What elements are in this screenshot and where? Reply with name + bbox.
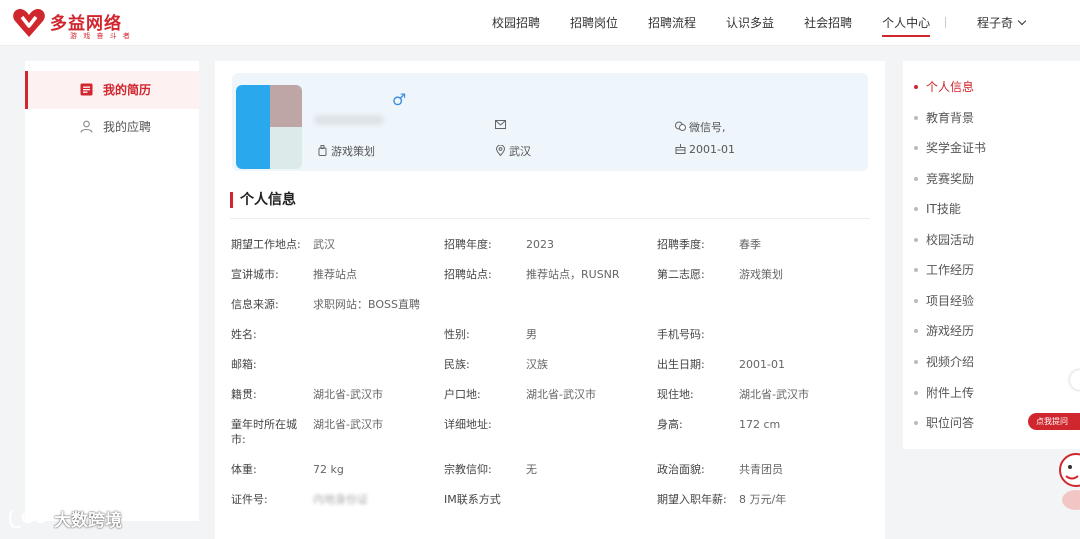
brand-logo[interactable]: 多益网络 游 戏 奋 斗 者 bbox=[12, 6, 152, 40]
section-nav-video[interactable]: 视频介绍 bbox=[903, 347, 1073, 377]
section-nav-game-experience[interactable]: 游戏经历 bbox=[903, 316, 1073, 346]
personal-info-grid: 期望工作地点: 武汉 招聘年度: 2023 招聘季度: 春季 宣讲城市: 推荐站点 招聘… bbox=[231, 237, 871, 522]
chevron-down-icon bbox=[1017, 16, 1027, 26]
brand-slogan: 游 戏 奋 斗 者 bbox=[70, 32, 132, 40]
top-header: 多益网络 游 戏 奋 斗 者 校园招聘 招聘岗位 招聘流程 认识多益 社会招聘 … bbox=[0, 0, 1080, 46]
resume-icon bbox=[80, 83, 93, 96]
nav-item-personal-center[interactable]: 个人中心 bbox=[882, 0, 931, 46]
profile-location: 武汉 bbox=[495, 143, 531, 159]
bullet-dot-icon bbox=[914, 299, 918, 303]
section-nav-campus-activities[interactable]: 校园活动 bbox=[903, 225, 1073, 255]
resume-section-nav: 个人信息 教育背景 奖学金证书 竞赛奖励 IT技能 校园活动 工作经历 项目经验… bbox=[903, 61, 1080, 449]
section-title: 个人信息 bbox=[230, 191, 296, 209]
nav-item-social[interactable]: 社会招聘 bbox=[804, 0, 852, 46]
bullet-dot-icon bbox=[914, 238, 918, 242]
section-nav-scholarship[interactable]: 奖学金证书 bbox=[903, 133, 1073, 163]
location-pin-icon bbox=[495, 145, 506, 156]
mascot-icon[interactable] bbox=[1046, 440, 1080, 512]
male-icon: ♂ bbox=[392, 90, 407, 109]
info-row: 宣讲城市: 推荐站点 招聘站点: 推荐站点，RUSNR 第二志愿: 游戏策划 bbox=[231, 268, 783, 281]
profile-card: ♂ 微信号, 游戏策划 武汉 2001-01 bbox=[232, 73, 868, 171]
bullet-dot-icon bbox=[914, 85, 918, 89]
info-row: 童年时所在城市: 湖北省-武汉市 详细地址: 身高: 172 cm bbox=[231, 418, 781, 446]
name-redacted bbox=[314, 115, 384, 125]
bullet-dot-icon bbox=[914, 391, 918, 395]
bullet-dot-icon bbox=[914, 207, 918, 211]
bullet-dot-icon bbox=[914, 268, 918, 272]
nav-item-jobs[interactable]: 招聘岗位 bbox=[570, 0, 618, 46]
section-nav-work-experience[interactable]: 工作经历 bbox=[903, 255, 1073, 285]
watermark-text: 大数跨境 bbox=[54, 511, 122, 531]
wechat-icon bbox=[675, 121, 686, 131]
info-row: 期望工作地点: 武汉 招聘年度: 2023 招聘季度: 春季 bbox=[231, 238, 761, 251]
left-sidebar: 我的简历 我的应聘 bbox=[25, 61, 199, 521]
nav-item-process[interactable]: 招聘流程 bbox=[648, 0, 696, 46]
info-row: 籍贯: 湖北省-武汉市 户口地: 湖北省-武汉市 现住地: 湖北省-武汉市 bbox=[231, 388, 809, 401]
mail-icon bbox=[495, 120, 506, 129]
profile-birthday: 2001-01 bbox=[675, 143, 735, 156]
section-nav-education[interactable]: 教育背景 bbox=[903, 103, 1073, 133]
watermark-logo-icon bbox=[8, 509, 48, 529]
section-divider bbox=[230, 218, 870, 219]
sidebar-item-label: 我的应聘 bbox=[103, 120, 152, 134]
bullet-dot-icon bbox=[914, 421, 918, 425]
user-menu[interactable]: 程子奇 bbox=[977, 0, 1027, 46]
bullet-dot-icon bbox=[914, 329, 918, 333]
bullet-dot-icon bbox=[914, 116, 918, 120]
nav-separator bbox=[945, 17, 946, 28]
user-name: 程子奇 bbox=[977, 16, 1014, 30]
nav-item-campus[interactable]: 校园招聘 bbox=[492, 0, 540, 46]
bullet-dot-icon bbox=[914, 360, 918, 364]
nav-item-about[interactable]: 认识多益 bbox=[726, 0, 774, 46]
cake-icon bbox=[675, 144, 686, 154]
info-row: 姓名: 性别: 男 手机号码: bbox=[231, 328, 705, 341]
info-row: 信息来源: 求职网站：BOSS直聘 bbox=[231, 298, 420, 311]
info-row: 邮箱: 民族: 汉族 出生日期: 2001-01 bbox=[231, 358, 785, 371]
section-nav-it-skills[interactable]: IT技能 bbox=[903, 194, 1073, 224]
bullet-dot-icon bbox=[914, 177, 918, 181]
avatar bbox=[236, 85, 302, 169]
sidebar-item-resume[interactable]: 我的简历 bbox=[25, 71, 199, 109]
ask-question-button[interactable]: 点我提问 bbox=[1028, 413, 1080, 430]
section-nav-personal-info[interactable]: 个人信息 bbox=[903, 72, 1073, 102]
info-row: 体重: 72 kg 宗教信仰: 无 政治面貌: 共青团员 bbox=[231, 463, 783, 476]
profile-wechat: 微信号, bbox=[675, 119, 726, 135]
user-icon bbox=[80, 120, 93, 133]
main-content: ♂ 微信号, 游戏策划 武汉 2001-01 个人信息 期望工作地点: 武汉 招聘… bbox=[215, 61, 885, 539]
profile-email bbox=[495, 119, 509, 132]
main-nav: 校园招聘 招聘岗位 招聘流程 认识多益 社会招聘 个人中心 bbox=[492, 0, 960, 46]
sidebar-item-applications[interactable]: 我的应聘 bbox=[25, 108, 199, 146]
logo-heart-icon bbox=[13, 9, 45, 37]
bullet-dot-icon bbox=[914, 146, 918, 150]
section-nav-projects[interactable]: 项目经验 bbox=[903, 286, 1073, 316]
info-row: 证件号: 内地身份证 IM联系方式 期望入职年薪: 8 万元/年 bbox=[231, 493, 787, 506]
sidebar-item-label: 我的简历 bbox=[103, 83, 152, 97]
section-nav-competition[interactable]: 竞赛奖励 bbox=[903, 164, 1073, 194]
section-nav-attachments[interactable]: 附件上传 bbox=[903, 378, 1073, 408]
profile-position: 游戏策划 bbox=[317, 143, 375, 159]
badge-icon bbox=[318, 145, 327, 156]
